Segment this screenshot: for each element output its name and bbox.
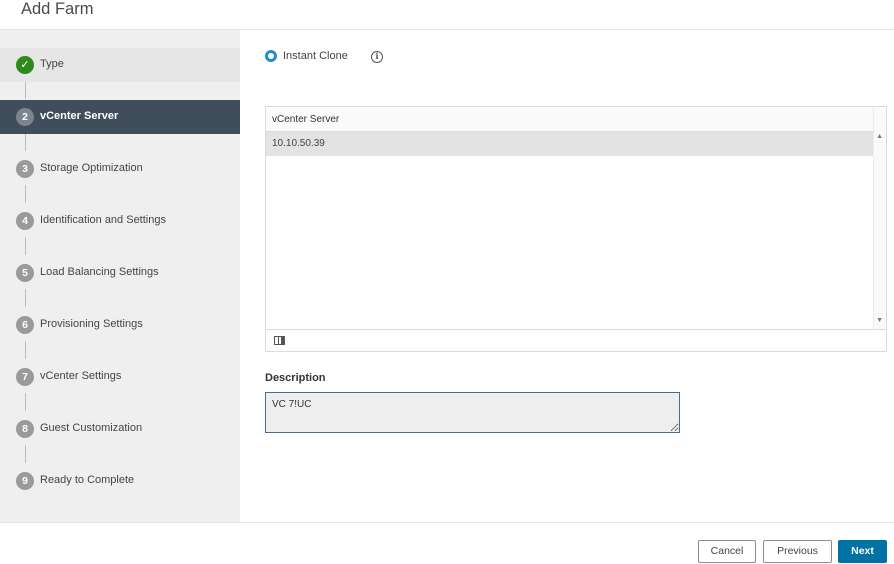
grid-scrollbar[interactable]: ▲ ▼: [873, 107, 886, 329]
dialog-header: Add Farm: [0, 0, 894, 30]
wizard-step-storage-optimization[interactable]: 3 Storage Optimization: [0, 152, 240, 186]
step-number: 9: [16, 472, 34, 490]
step-number: 7: [16, 368, 34, 386]
step-number: 6: [16, 316, 34, 334]
wizard-step-ready-to-complete[interactable]: 9 Ready to Complete: [0, 464, 240, 498]
vcenter-server-grid: vCenter Server 10.10.50.39 ▲ ▼: [265, 106, 887, 352]
wizard-step-label: vCenter Server: [40, 110, 119, 122]
wizard-step-label: vCenter Settings: [40, 370, 122, 382]
cancel-button[interactable]: Cancel: [698, 540, 756, 563]
columns-icon[interactable]: [274, 336, 285, 345]
dialog-footer: Cancel Previous Next: [0, 522, 894, 564]
wizard-step-label: Identification and Settings: [40, 214, 166, 226]
step-connector: [25, 185, 26, 203]
wizard-step-load-balancing[interactable]: 5 Load Balancing Settings: [0, 256, 240, 290]
description-label: Description: [265, 372, 326, 384]
grid-column-header[interactable]: vCenter Server: [266, 107, 874, 132]
wizard-step-label: Ready to Complete: [40, 474, 135, 486]
description-field[interactable]: VC 7!UC: [265, 392, 680, 433]
wizard-step-label: Provisioning Settings: [40, 318, 143, 330]
step-number: 2: [16, 108, 34, 126]
step-connector: [25, 133, 26, 151]
wizard-step-provisioning-settings[interactable]: 6 Provisioning Settings: [0, 308, 240, 342]
wizard-nav: ✓ Type 2 vCenter Server 3 Storage Optimi…: [0, 30, 240, 522]
vcenter-server-cell: 10.10.50.39: [272, 138, 325, 149]
dialog-title: Add Farm: [21, 0, 94, 18]
wizard-step-label: Type: [40, 58, 64, 70]
wizard-step-identification-settings[interactable]: 4 Identification and Settings: [0, 204, 240, 238]
step-connector: [25, 445, 26, 463]
wizard-step-label: Load Balancing Settings: [40, 266, 159, 278]
column-header-label: vCenter Server: [272, 114, 340, 125]
scroll-up-icon[interactable]: ▲: [876, 133, 883, 140]
step-connector: [25, 393, 26, 411]
wizard-step-guest-customization[interactable]: 8 Guest Customization: [0, 412, 240, 446]
info-icon[interactable]: i: [371, 51, 383, 63]
wizard-step-label: Storage Optimization: [40, 162, 143, 174]
step-number: 3: [16, 160, 34, 178]
grid-footer: [266, 329, 886, 351]
step-number: 5: [16, 264, 34, 282]
step-connector: [25, 289, 26, 307]
wizard-step-vcenter-settings[interactable]: 7 vCenter Settings: [0, 360, 240, 394]
instant-clone-radio[interactable]: [265, 50, 277, 62]
step-connector: [25, 341, 26, 359]
step-number: 8: [16, 420, 34, 438]
previous-button[interactable]: Previous: [763, 540, 832, 563]
wizard-step-type[interactable]: ✓ Type: [0, 48, 240, 82]
step-connector: [25, 237, 26, 255]
table-row[interactable]: 10.10.50.39: [266, 132, 874, 156]
scroll-down-icon[interactable]: ▼: [876, 317, 883, 324]
instant-clone-label: Instant Clone: [283, 50, 348, 62]
wizard-step-vcenter-server[interactable]: 2 vCenter Server: [0, 100, 240, 134]
next-button[interactable]: Next: [838, 540, 887, 563]
check-icon: ✓: [16, 56, 34, 74]
wizard-step-label: Guest Customization: [40, 422, 143, 434]
step-number: 4: [16, 212, 34, 230]
step-connector: [25, 81, 26, 99]
